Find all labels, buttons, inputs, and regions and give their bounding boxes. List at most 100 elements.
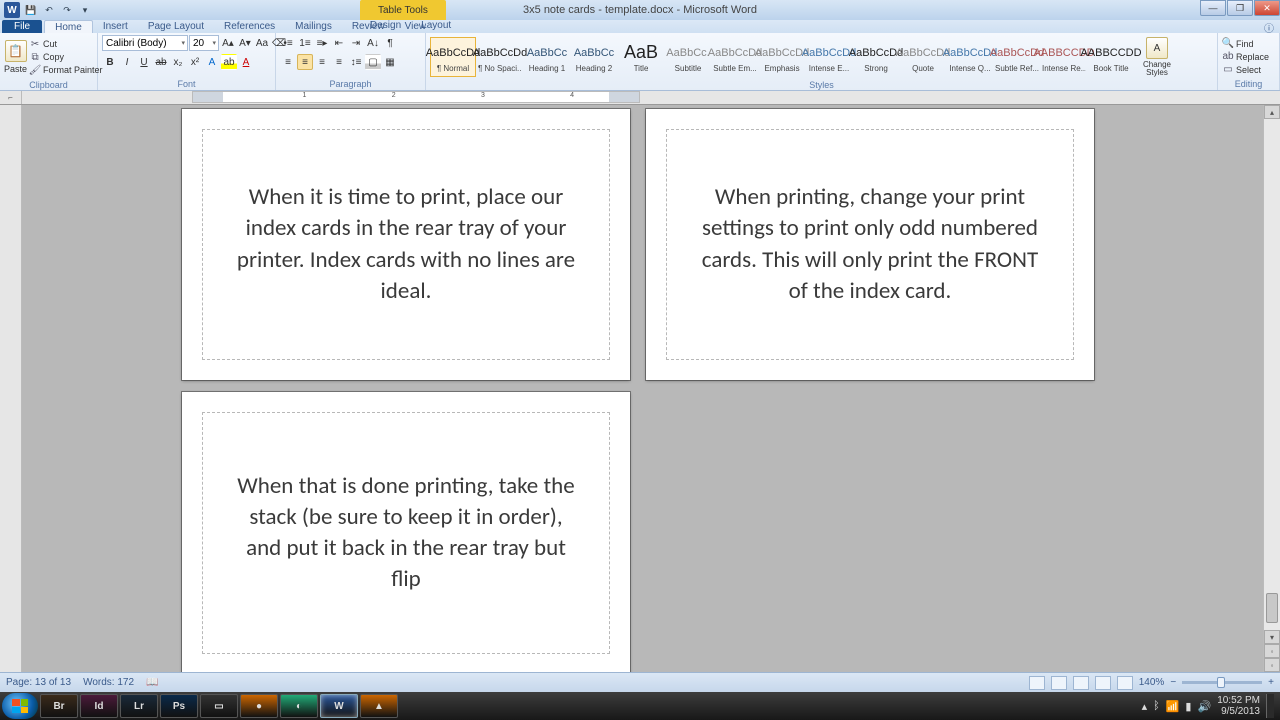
align-left-button[interactable]: ≡	[280, 54, 296, 70]
horizontal-ruler[interactable]: 1 2 3 4	[192, 91, 640, 103]
zoom-level[interactable]: 140%	[1139, 677, 1165, 688]
taskbar-app[interactable]: ●	[240, 694, 278, 718]
text-effects-button[interactable]: A	[204, 54, 220, 70]
decrease-indent-button[interactable]: ⇤	[331, 35, 347, 51]
change-styles-button[interactable]: A Change Styles	[1136, 35, 1178, 79]
card-text[interactable]: When that is done printing, take the sta…	[231, 471, 581, 595]
style-item-intense-e-[interactable]: AaBbCcDdIntense E...	[806, 37, 852, 77]
increase-indent-button[interactable]: ⇥	[348, 35, 364, 51]
view-outline[interactable]	[1095, 676, 1111, 690]
numbering-button[interactable]: 1≡	[297, 35, 313, 51]
taskbar-app[interactable]: ▭	[200, 694, 238, 718]
subscript-button[interactable]: x₂	[170, 54, 186, 70]
card-cell[interactable]: When printing, change your print setting…	[666, 129, 1074, 360]
next-page-button[interactable]: ◦	[1264, 658, 1280, 672]
show-marks-button[interactable]: ¶	[382, 35, 398, 51]
multilevel-list-button[interactable]: ≡▸	[314, 35, 330, 51]
replace-button[interactable]: abReplace	[1222, 51, 1269, 63]
system-tray[interactable]: ▴ ᛒ 📶 ▮ 🔊 10:52 PM 9/5/2013	[1142, 694, 1278, 718]
tab-home[interactable]: Home	[44, 20, 93, 33]
style-item-title[interactable]: AaBTitle	[618, 37, 664, 77]
copy-button[interactable]: ⧉Copy	[29, 51, 103, 63]
tab-design[interactable]: Design	[360, 20, 411, 31]
zoom-in-button[interactable]: +	[1268, 677, 1274, 688]
style-item-strong[interactable]: AaBbCcDdStrong	[853, 37, 899, 77]
view-print-layout[interactable]	[1029, 676, 1045, 690]
tab-mailings[interactable]: Mailings	[285, 20, 342, 33]
view-full-screen[interactable]	[1051, 676, 1067, 690]
index-card[interactable]: When printing, change your print setting…	[646, 109, 1094, 380]
style-item-heading-2[interactable]: AaBbCcHeading 2	[571, 37, 617, 77]
show-desktop-button[interactable]	[1266, 694, 1274, 718]
zoom-slider[interactable]	[1182, 681, 1262, 684]
index-card[interactable]: When that is done printing, take the sta…	[182, 392, 630, 672]
tray-up-icon[interactable]: ▴	[1142, 700, 1148, 713]
grow-font-button[interactable]: A▴	[220, 35, 236, 51]
taskbar-app[interactable]: ◐	[280, 694, 318, 718]
tab-layout[interactable]: Layout	[411, 20, 461, 31]
underline-button[interactable]: U	[136, 54, 152, 70]
ribbon-help-icon[interactable]: ⓘ	[1264, 20, 1274, 35]
save-icon[interactable]: 💾	[24, 3, 38, 17]
index-card[interactable]: When it is time to print, place our inde…	[182, 109, 630, 380]
bluetooth-icon[interactable]: ᛒ	[1153, 700, 1160, 712]
select-button[interactable]: ▭Select	[1222, 64, 1269, 76]
scroll-down-button[interactable]: ▾	[1264, 630, 1280, 644]
battery-icon[interactable]: ▮	[1185, 700, 1191, 713]
card-text[interactable]: When printing, change your print setting…	[695, 182, 1045, 306]
strikethrough-button[interactable]: ab	[153, 54, 169, 70]
shrink-font-button[interactable]: A▾	[237, 35, 253, 51]
align-center-button[interactable]: ≡	[297, 54, 313, 70]
redo-icon[interactable]: ↷	[60, 3, 74, 17]
start-button[interactable]	[2, 693, 38, 719]
taskbar-app[interactable]: ▲	[360, 694, 398, 718]
vertical-scrollbar[interactable]: ▴ ▾ ◦ ◦	[1263, 105, 1280, 672]
view-draft[interactable]	[1117, 676, 1133, 690]
vertical-ruler[interactable]	[0, 105, 22, 672]
change-case-button[interactable]: Aa	[254, 35, 270, 51]
line-spacing-button[interactable]: ↕≡	[348, 54, 364, 70]
taskbar-app[interactable]: Ps	[160, 694, 198, 718]
bullets-button[interactable]: •≡	[280, 35, 296, 51]
sort-button[interactable]: A↓	[365, 35, 381, 51]
network-icon[interactable]: 📶	[1166, 700, 1180, 713]
tab-file[interactable]: File	[2, 20, 42, 33]
undo-icon[interactable]: ↶	[42, 3, 56, 17]
style-item-subtle-em-[interactable]: AaBbCcDdSubtle Em...	[712, 37, 758, 77]
zoom-out-button[interactable]: −	[1170, 677, 1176, 688]
document-canvas[interactable]: When it is time to print, place our inde…	[22, 105, 1263, 672]
styles-gallery[interactable]: AaBbCcDd¶ NormalAaBbCcDd¶ No Spaci... AaB…	[430, 37, 1134, 77]
minimize-button[interactable]: —	[1200, 0, 1226, 16]
tab-insert[interactable]: Insert	[93, 20, 138, 33]
highlight-button[interactable]: ab	[221, 54, 237, 70]
tab-references[interactable]: References	[214, 20, 285, 33]
bold-button[interactable]: B	[102, 54, 118, 70]
restore-button[interactable]: ❐	[1227, 0, 1253, 16]
font-name-combo[interactable]: Calibri (Body)	[102, 35, 188, 51]
find-button[interactable]: 🔍Find	[1222, 38, 1269, 50]
scroll-thumb[interactable]	[1266, 593, 1278, 623]
taskbar-app[interactable]: Lr	[120, 694, 158, 718]
style-item-book-title[interactable]: AABBCCDDBook Title	[1088, 37, 1134, 77]
zoom-knob[interactable]	[1217, 677, 1225, 688]
paste-button[interactable]: 📋 Paste	[4, 35, 27, 79]
proofing-icon[interactable]: 📖	[146, 677, 158, 688]
ruler-corner[interactable]: ⌐	[0, 91, 22, 104]
card-cell[interactable]: When it is time to print, place our inde…	[202, 129, 610, 360]
style-item--no-spaci-[interactable]: AaBbCcDd¶ No Spaci...	[477, 37, 523, 77]
style-item-quote[interactable]: AaBbCcDdQuote	[900, 37, 946, 77]
taskbar-app[interactable]: Br	[40, 694, 78, 718]
shading-button[interactable]: ▢	[365, 54, 381, 70]
format-painter-button[interactable]: 🖌Format Painter	[29, 64, 103, 76]
card-cell[interactable]: When that is done printing, take the sta…	[202, 412, 610, 654]
style-item-intense-q-[interactable]: AaBbCcDdIntense Q...	[947, 37, 993, 77]
qat-customize-icon[interactable]: ▾	[78, 3, 92, 17]
style-item--normal[interactable]: AaBbCcDd¶ Normal	[430, 37, 476, 77]
close-button[interactable]: ✕	[1254, 0, 1280, 16]
style-item-subtitle[interactable]: AaBbCc.Subtitle	[665, 37, 711, 77]
taskbar-app[interactable]: W	[320, 694, 358, 718]
style-item-emphasis[interactable]: AaBbCcDdEmphasis	[759, 37, 805, 77]
word-app-icon[interactable]: W	[4, 2, 20, 18]
italic-button[interactable]: I	[119, 54, 135, 70]
prev-page-button[interactable]: ◦	[1264, 644, 1280, 658]
